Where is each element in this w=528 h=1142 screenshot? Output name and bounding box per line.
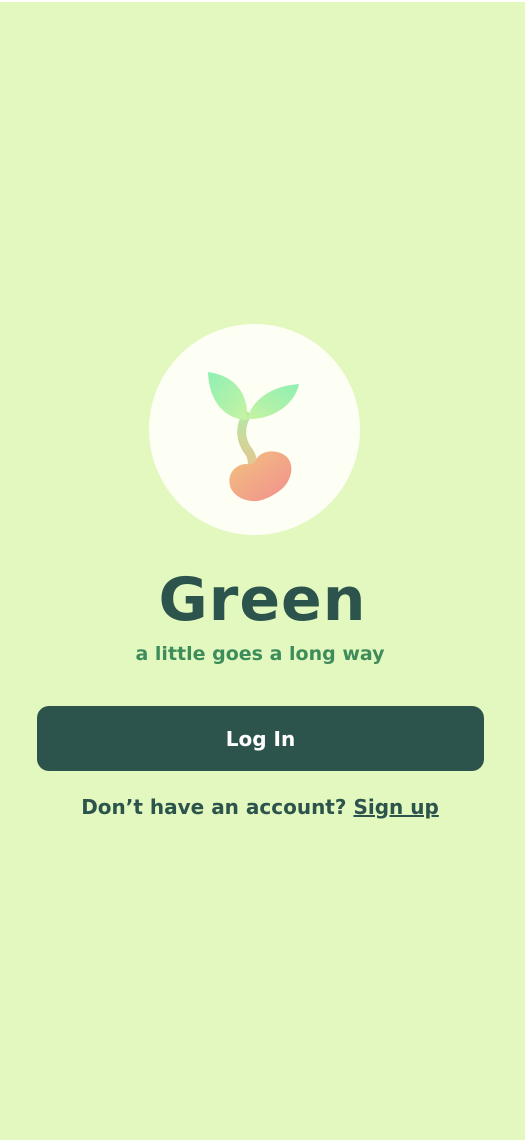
signup-link[interactable]: Sign up xyxy=(353,795,438,819)
login-button[interactable]: Log In xyxy=(37,706,484,771)
login-screen: Green a little goes a long way Log In Do… xyxy=(0,2,525,1140)
signup-prompt-row: Don’t have an account? Sign up xyxy=(0,793,520,821)
sprout-heart-icon xyxy=(208,372,299,502)
signup-prompt-text: Don’t have an account? xyxy=(81,795,347,819)
app-tagline: a little goes a long way xyxy=(135,643,385,665)
app-logo xyxy=(149,324,360,535)
app-title: Green xyxy=(158,565,367,635)
login-button-label: Log In xyxy=(225,726,296,751)
